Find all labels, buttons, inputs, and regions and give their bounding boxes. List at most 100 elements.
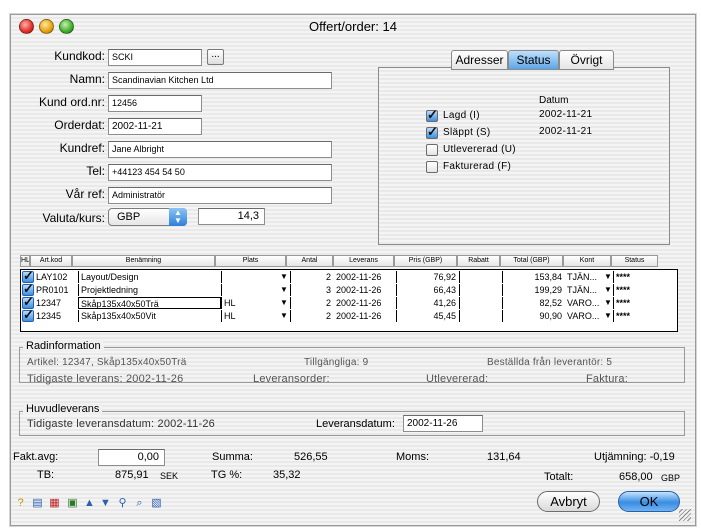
kont-dropdown-icon[interactable]: ▼ (604, 284, 612, 296)
cell-kont: VARO... (567, 311, 600, 321)
cell-total: 199,29 (502, 284, 565, 296)
cell-plats (221, 284, 278, 296)
cell-leverans: 2002-11-26 (336, 311, 382, 321)
var-ref-field[interactable]: Administratör (108, 187, 332, 204)
plats-dropdown-icon[interactable]: ▼ (280, 271, 288, 283)
tb-value: 875,91 (115, 469, 149, 481)
cell-benamning: Layout/Design (78, 271, 221, 283)
kont-dropdown-icon[interactable]: ▼ (604, 271, 612, 283)
cell-status: **** (613, 271, 661, 283)
invoice-icon[interactable]: ▦ (47, 496, 62, 511)
col-header-plats[interactable]: Plats (215, 255, 286, 267)
col-header-rabatt[interactable]: Rabatt (457, 255, 500, 267)
cell-antal: 2 (290, 310, 334, 322)
tel-field[interactable]: +44123 454 54 50 (108, 164, 332, 181)
slappt-label: Släppt (S) (443, 127, 491, 138)
kundkod-field[interactable]: SCKI (108, 49, 202, 66)
cell-artkod: 12345 (36, 311, 62, 321)
col-header-pris[interactable]: Pris (GBP) (394, 255, 457, 267)
cell-total: 153,84 (502, 271, 565, 283)
table-body: LAY102 Layout/Design ▼ 2 2002-11-26 76,9… (20, 268, 678, 332)
leveransorder-label: Leveransorder: (253, 373, 330, 385)
table-row[interactable]: 12347 Skåp135x40x50Trä HL ▼ 2 2002-11-26… (21, 294, 677, 310)
search-icon[interactable]: ⚲ (115, 496, 130, 511)
window-title: Offert/order: 14 (309, 19, 397, 34)
currency-select[interactable]: GBP ▲ ▼ (108, 208, 187, 226)
summa-value: 526,55 (294, 451, 328, 463)
datum-header: Datum (539, 95, 569, 106)
col-header-hl[interactable]: HL (20, 255, 30, 267)
tb-label: TB: (37, 469, 55, 481)
cell-antal: 3 (290, 284, 334, 296)
print-icon[interactable]: ▤ (30, 496, 45, 511)
orderdat-field[interactable]: 2002-11-21 (108, 118, 202, 135)
namn-field[interactable]: Scandinavian Kitchen Ltd (108, 72, 332, 89)
col-header-benamning[interactable]: Benämning (72, 255, 215, 267)
checkbox-lagd[interactable] (426, 107, 438, 123)
cell-status: **** (613, 284, 661, 296)
table-row[interactable]: PR0101 Projektledning ▼ 3 2002-11-26 66,… (21, 281, 677, 297)
cell-artkod: 12347 (36, 298, 62, 308)
zoom-icon[interactable]: ⌕ (132, 496, 147, 511)
col-header-kont[interactable]: Kont (563, 255, 611, 267)
add-row-icon[interactable]: ▣ (65, 496, 80, 511)
move-down-icon[interactable]: ▼ (98, 496, 113, 511)
valuta-label: Valuta/kurs: (42, 211, 105, 225)
cell-benamning[interactable]: Skåp135x40x50Trä (78, 297, 221, 309)
plats-dropdown-icon[interactable]: ▼ (280, 284, 288, 296)
status-tab-panel (378, 67, 670, 245)
kundref-field[interactable]: Jane Albright (108, 141, 332, 158)
faktavg-field[interactable]: 0,00 (98, 449, 165, 466)
col-header-status[interactable]: Status (611, 255, 658, 267)
tab-adresser[interactable]: Adresser (451, 50, 508, 70)
kund-ordnr-field[interactable]: 12456 (108, 95, 202, 112)
col-header-leverans[interactable]: Leverans (333, 255, 394, 267)
cell-leverans: 2002-11-26 (336, 285, 382, 295)
faktura-info: Faktura: (586, 373, 628, 385)
utlevererad-info: Utlevererad: (426, 373, 489, 385)
col-header-artkod[interactable]: Art.kod (30, 255, 72, 267)
lagd-date: 2002-11-21 (539, 109, 593, 120)
cell-leverans: 2002-11-26 (336, 298, 382, 308)
move-up-icon[interactable]: ▲ (82, 496, 97, 511)
plats-dropdown-icon[interactable]: ▼ (280, 310, 288, 322)
col-header-total[interactable]: Total (GBP) (500, 255, 563, 267)
lagd-label: Lagd (I) (443, 110, 480, 121)
checkbox-fakturerad[interactable] (426, 161, 438, 173)
orderdat-label: Orderdat: (54, 118, 105, 132)
checkbox-utlevererad[interactable] (426, 144, 438, 156)
export-icon[interactable]: ▧ (149, 496, 164, 511)
help-icon[interactable]: ? (13, 496, 28, 511)
artikel-info: Artikel: 12347, Skåp135x40x50Trä (27, 357, 187, 368)
ok-button[interactable]: OK (618, 491, 680, 512)
tidigaste-leveransdatum: Tidigaste leveransdatum: 2002-11-26 (27, 418, 215, 430)
checkbox-slappt[interactable] (426, 124, 438, 140)
cell-pris: 45,45 (396, 310, 459, 322)
totalt-value: 658,00 (619, 471, 653, 483)
cell-pris: 41,26 (396, 297, 459, 309)
moms-label: Moms: (396, 451, 429, 463)
tillgangliga-info: Tillgängliga: 9 (304, 357, 369, 368)
kont-dropdown-icon[interactable]: ▼ (604, 310, 612, 322)
kundkod-lookup-button[interactable]: ... (207, 49, 224, 65)
cell-artkod: PR0101 (36, 285, 69, 295)
plats-dropdown-icon[interactable]: ▼ (280, 297, 288, 309)
cancel-button[interactable]: Avbryt (537, 491, 600, 512)
resize-grip-icon[interactable] (679, 509, 691, 521)
exchange-rate-field[interactable]: 14,3 (198, 208, 265, 225)
cell-status: **** (613, 310, 661, 322)
row-hl-checkbox[interactable] (22, 307, 34, 323)
summa-label: Summa: (212, 451, 253, 463)
table-row[interactable]: 12345 Skåp135x40x50Vit HL ▼ 2 2002-11-26… (21, 307, 677, 323)
tidigaste-leverans: Tidigaste leverans: 2002-11-26 (27, 373, 184, 385)
moms-value: 131,64 (487, 451, 521, 463)
table-row[interactable]: LAY102 Layout/Design ▼ 2 2002-11-26 76,9… (21, 268, 677, 284)
tab-ovrigt[interactable]: Övrigt (559, 50, 614, 70)
kont-dropdown-icon[interactable]: ▼ (604, 297, 612, 309)
cell-benamning: Projektledning (78, 284, 221, 296)
col-header-antal[interactable]: Antal (286, 255, 333, 267)
slappt-date: 2002-11-21 (539, 126, 593, 137)
tab-status[interactable]: Status (508, 50, 559, 70)
title-bar: Offert/order: 14 (11, 15, 695, 37)
leveransdatum-field[interactable]: 2002-11-26 (403, 415, 483, 432)
